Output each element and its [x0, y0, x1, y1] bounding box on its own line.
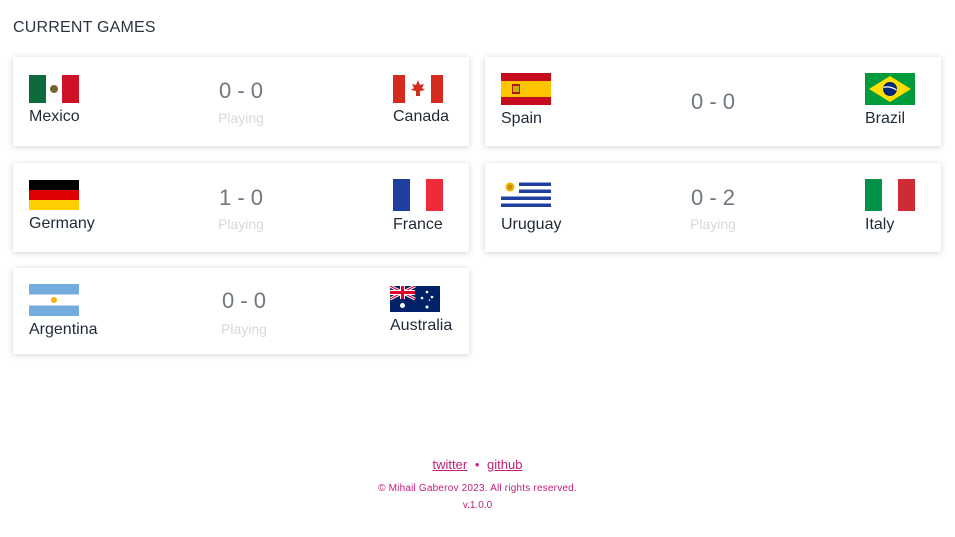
canada-flag-icon: [393, 75, 443, 103]
uruguay-flag-icon: [501, 179, 551, 211]
australia-flag-icon: [390, 286, 440, 312]
home-team: Germany: [29, 180, 95, 233]
home-team-name: Mexico: [29, 108, 80, 125]
score: 0 - 0: [221, 288, 267, 313]
game-card-spain-brazil[interactable]: Spain 0 - 0 Brazil: [485, 57, 941, 146]
spain-flag-icon: [501, 73, 551, 105]
away-team-name: France: [393, 216, 443, 233]
home-team-name: Spain: [501, 110, 542, 127]
away-team: Canada: [393, 75, 449, 126]
version: v.1.0.0: [462, 500, 493, 511]
home-team-name: Argentina: [29, 321, 98, 338]
home-team-name: Germany: [29, 215, 95, 232]
score: 0 - 0: [218, 78, 264, 103]
away-team-name: Brazil: [865, 110, 906, 127]
italy-flag-icon: [865, 179, 915, 211]
game-card-germany-france[interactable]: Germany 1 - 0 Playing France: [13, 163, 469, 252]
away-team-name: Australia: [390, 317, 453, 334]
status: Playing: [221, 321, 267, 337]
away-team: Australia: [390, 286, 452, 335]
score: 0 - 0: [690, 89, 736, 114]
copyright: © Mihail Gaberov 2023. All rights reserv…: [378, 483, 577, 494]
away-team-name: Italy: [865, 216, 895, 233]
home-team-name: Uruguay: [501, 216, 562, 233]
game-card-uruguay-italy[interactable]: Uruguay 0 - 2 Playing Italy: [485, 163, 941, 252]
away-team-name: Canada: [393, 108, 450, 125]
footer-links: twitter • github: [0, 457, 955, 472]
home-team: Argentina: [29, 284, 98, 339]
away-team: France: [393, 179, 443, 234]
argentina-flag-icon: [29, 284, 79, 316]
mexico-flag-icon: [29, 75, 79, 103]
away-team: Brazil: [865, 73, 915, 128]
brazil-flag-icon: [865, 73, 915, 105]
game-card-argentina-australia[interactable]: Argentina 0 - 0 Playing Australia: [13, 268, 469, 354]
status: Playing: [218, 216, 264, 232]
home-team: Mexico: [29, 75, 80, 126]
game-card-mexico-canada[interactable]: Mexico 0 - 0 Playing Canada: [13, 57, 469, 146]
home-team: Spain: [501, 73, 551, 128]
away-team: Italy: [865, 179, 915, 234]
footer-separator: •: [474, 457, 480, 472]
germany-flag-icon: [29, 180, 79, 210]
github-link[interactable]: github: [487, 457, 522, 472]
status: Playing: [690, 216, 736, 232]
home-team: Uruguay: [501, 179, 561, 234]
status: Playing: [218, 110, 264, 126]
twitter-link[interactable]: twitter: [433, 457, 468, 472]
score: 1 - 0: [218, 185, 264, 210]
page-title: CURRENT GAMES: [13, 19, 156, 36]
france-flag-icon: [393, 179, 443, 211]
score: 0 - 2: [690, 185, 736, 210]
